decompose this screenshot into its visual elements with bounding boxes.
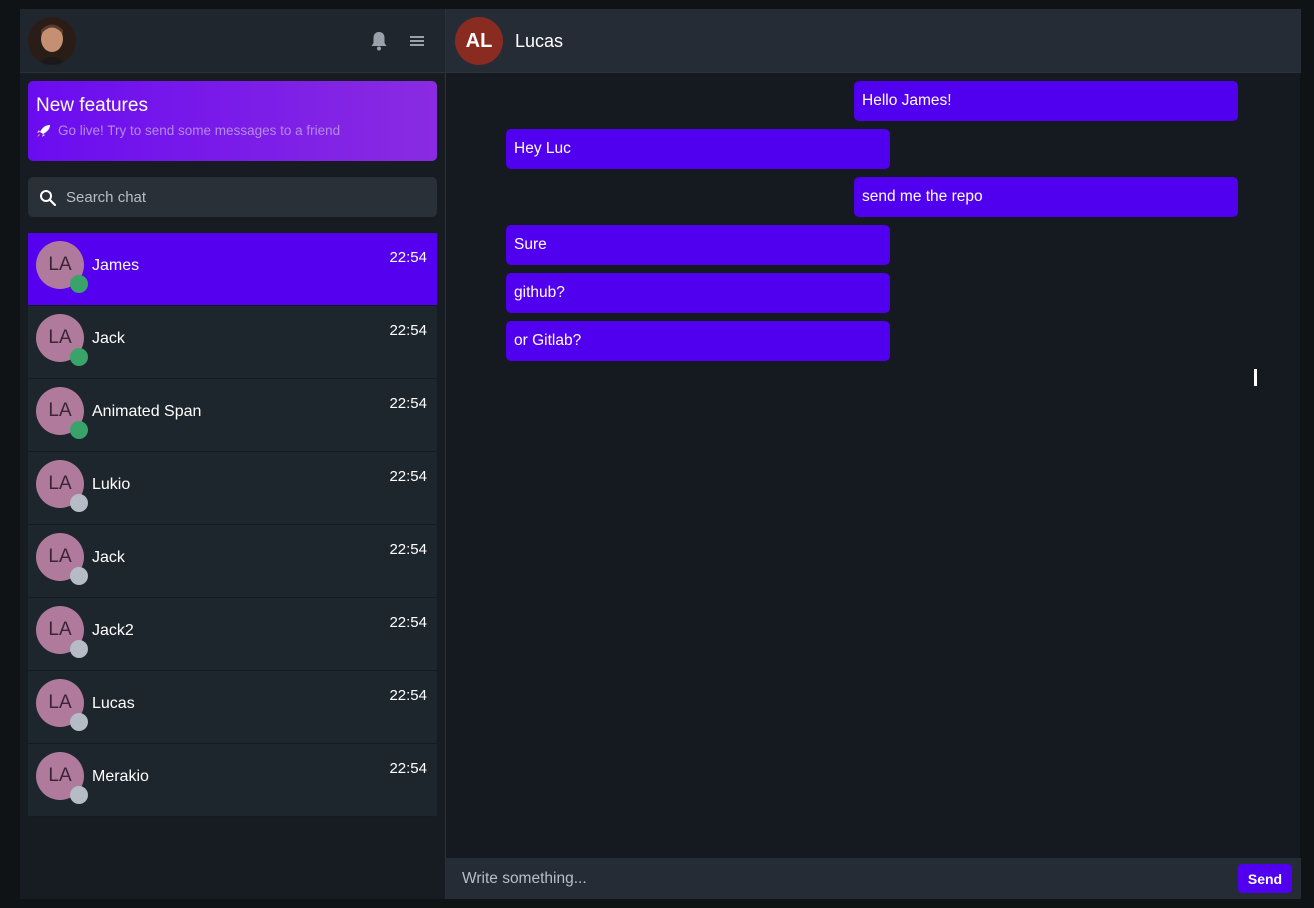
message-input[interactable] [462, 867, 1222, 891]
rocket-icon [36, 124, 52, 138]
chat-list-item[interactable]: LA Merakio 22:54 [28, 744, 437, 817]
chat-time: 22:54 [389, 541, 427, 558]
chat-name: Jack [92, 549, 125, 566]
chat-time: 22:54 [389, 614, 427, 631]
bell-icon[interactable] [370, 31, 388, 51]
chat-list-item[interactable]: LA Lukio 22:54 [28, 452, 437, 525]
offline-status-dot [70, 640, 88, 658]
chat-time: 22:54 [389, 760, 427, 777]
incoming-message: Hey Luc [506, 129, 890, 169]
online-status-dot [70, 421, 88, 439]
menu-icon[interactable] [408, 33, 426, 49]
offline-status-dot [70, 786, 88, 804]
search-icon [39, 189, 57, 207]
send-button[interactable]: Send [1238, 864, 1292, 893]
chat-list-item[interactable]: LA Jack 22:54 [28, 306, 437, 379]
conversation-panel: AL Lucas Hello James! Hey Luc send me the … [445, 9, 1301, 899]
banner-subtitle: Go live! Try to send some messages to a … [58, 123, 341, 138]
chat-time: 22:54 [389, 468, 427, 485]
search-input[interactable] [66, 186, 426, 208]
contact-name: Lucas [515, 31, 564, 51]
outgoing-message: Hello James! [854, 81, 1238, 121]
chat-time: 22:54 [389, 687, 427, 704]
chat-name: Lucas [92, 695, 135, 712]
search-bar [28, 177, 437, 217]
chat-list: LA James 22:54 LA Jack 22:54 LA Animated Span 22… [28, 233, 437, 817]
chat-list-item[interactable]: LA James 22:54 [28, 233, 437, 306]
offline-status-dot [70, 494, 88, 512]
banner-subtitle-row: Go live! Try to send some messages to a … [36, 123, 340, 138]
incoming-message: Sure [506, 225, 890, 265]
conversation-header: AL Lucas [446, 9, 1301, 73]
chat-name: Jack2 [92, 622, 134, 639]
chat-list-item[interactable]: LA Lucas 22:54 [28, 671, 437, 744]
chat-name: Merakio [92, 768, 149, 785]
incoming-message: or Gitlab? [506, 321, 890, 361]
chat-time: 22:54 [389, 322, 427, 339]
banner-title: New features [36, 95, 148, 116]
incoming-message: github? [506, 273, 890, 313]
chat-list-item[interactable]: LA Jack2 22:54 [28, 598, 437, 671]
new-features-banner[interactable]: New features Go live! Try to send some m… [28, 81, 437, 161]
outgoing-message: send me the repo [854, 177, 1238, 217]
offline-status-dot [70, 567, 88, 585]
chat-name: Jack [92, 330, 125, 347]
chat-app: New features Go live! Try to send some m… [20, 9, 1301, 899]
user-avatar[interactable] [28, 17, 76, 65]
sidebar-header [20, 9, 445, 73]
chat-name: James [92, 257, 140, 274]
sidebar: New features Go live! Try to send some m… [20, 9, 445, 899]
online-status-dot [70, 275, 88, 293]
offline-status-dot [70, 713, 88, 731]
chat-list-item[interactable]: LA Animated Span 22:54 [28, 379, 437, 452]
text-cursor [1254, 369, 1257, 386]
message-composer: Send [446, 858, 1301, 899]
chat-list-item[interactable]: LA Jack 22:54 [28, 525, 437, 598]
chat-name: Animated Span [92, 403, 202, 420]
chat-time: 22:54 [389, 395, 427, 412]
chat-name: Lukio [92, 476, 131, 493]
contact-avatar[interactable]: AL [455, 17, 503, 65]
online-status-dot [70, 348, 88, 366]
chat-time: 22:54 [389, 249, 427, 266]
